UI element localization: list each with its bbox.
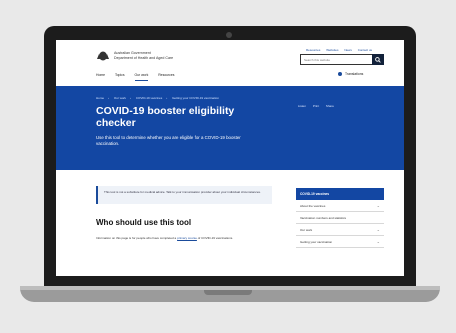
nav-our-work[interactable]: Our work: [134, 73, 149, 81]
sidebar-item[interactable]: Vaccination numbers and statistics: [296, 212, 384, 224]
laptop-notch: [204, 290, 252, 295]
breadcrumb-item[interactable]: COVID-19 vaccines: [136, 96, 162, 100]
para-text-after: of COVID-19 vaccinations.: [196, 236, 234, 240]
globe-icon: [338, 72, 342, 77]
nav-home[interactable]: Home: [96, 73, 105, 77]
camera-icon: [226, 32, 232, 38]
browser-viewport: Australian Government Department of Heal…: [56, 40, 404, 276]
chevron-down-icon: ⌄: [376, 227, 380, 232]
breadcrumb-item[interactable]: Getting your COVID-19 vaccination: [172, 96, 219, 100]
listen-button[interactable]: Listen: [298, 104, 306, 108]
top-link-news[interactable]: News: [344, 48, 352, 52]
sidebar-item-label: Our work: [300, 228, 313, 232]
top-link-websites[interactable]: Websites: [326, 48, 338, 52]
translations-label: Translations: [345, 72, 364, 76]
translations-link[interactable]: Translations: [338, 72, 364, 77]
section-heading: Who should use this tool: [96, 218, 192, 227]
government-logo-text[interactable]: Australian Government Department of Heal…: [114, 51, 173, 60]
sidebar-item[interactable]: Getting your vaccination ⌄: [296, 236, 384, 248]
site-header: Australian Government Department of Heal…: [56, 40, 404, 86]
laptop-screen-bezel: Australian Government Department of Heal…: [44, 26, 416, 288]
utility-links: Resources Websites News Contact us: [306, 48, 377, 52]
main-nav: Home Topics Our work Resources: [96, 73, 183, 81]
page-actions: Listen Print Share: [298, 104, 340, 108]
breadcrumb: Home › Our work › COVID-19 vaccines › Getti…: [96, 96, 219, 100]
search-icon: [375, 56, 381, 63]
para-text-before: Information on this page is for people w…: [96, 236, 178, 240]
sidebar-item[interactable]: About the vaccines ⌄: [296, 200, 384, 212]
search-input[interactable]: Search this website: [300, 54, 384, 65]
search-button[interactable]: [372, 54, 384, 65]
top-link-contact[interactable]: Contact us: [358, 48, 372, 52]
print-button[interactable]: Print: [313, 104, 319, 108]
background: Australian Government Department of Heal…: [0, 0, 456, 333]
sidebar-item-label: Getting your vaccination: [300, 240, 333, 244]
notice-text: This tool is not a substitute for medica…: [104, 190, 261, 194]
sidebar-item-label: About the vaccines: [300, 204, 326, 208]
govt-line2: Department of Health and Aged Care: [114, 55, 174, 60]
sidebar-item-label: Vaccination numbers and statistics: [300, 216, 346, 220]
top-link-resources[interactable]: Resources: [306, 48, 320, 52]
sidebar-nav: COVID-19 vaccines About the vaccines ⌄ V…: [296, 188, 384, 248]
callout-notice: This tool is not a substitute for medica…: [96, 186, 272, 204]
section-paragraph: Information on this page is for people w…: [96, 236, 266, 241]
primary-course-link[interactable]: primary course: [177, 236, 197, 240]
page-title: COVID-19 booster eligibility checker: [96, 105, 235, 129]
hero-banner: Home › Our work › COVID-19 vaccines › Getti…: [56, 86, 404, 170]
share-button[interactable]: Share: [326, 104, 334, 108]
sidebar-item[interactable]: Our work ⌄: [296, 224, 384, 236]
nav-resources[interactable]: Resources: [158, 73, 174, 77]
nav-topics[interactable]: Topics: [115, 73, 125, 77]
search-placeholder: Search this website: [304, 58, 331, 62]
breadcrumb-item[interactable]: Our work: [114, 96, 126, 100]
breadcrumb-item[interactable]: Home: [96, 96, 104, 100]
chevron-down-icon: ⌄: [376, 239, 380, 244]
page-lead: Use this tool to determine whether you a…: [96, 135, 241, 146]
chevron-down-icon: ⌄: [376, 203, 380, 208]
sidebar-title[interactable]: COVID-19 vaccines: [296, 188, 384, 200]
coat-of-arms-icon: [97, 51, 109, 61]
